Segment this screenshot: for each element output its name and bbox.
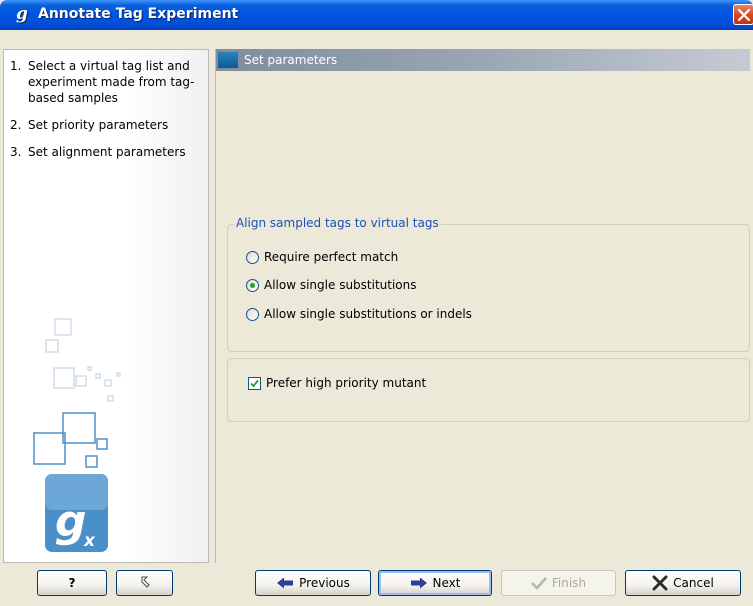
svg-text:g: g — [55, 496, 87, 547]
prefer-high-priority-checkbox[interactable] — [248, 376, 261, 390]
title-bar[interactable]: g Annotate Tag Experiment — [0, 0, 753, 30]
section-header: Set parameters — [216, 49, 750, 71]
prefer-high-priority-checkbox-row[interactable]: Prefer high priority mutant — [248, 375, 426, 391]
radio-button-selected[interactable] — [246, 278, 259, 292]
alignment-options-group: Align sampled tags to virtual tags Requi… — [227, 216, 750, 352]
radio-button[interactable] — [246, 250, 259, 264]
cancel-label: Cancel — [673, 576, 714, 590]
checkmark-icon — [250, 379, 259, 387]
close-x-icon — [738, 9, 750, 21]
radio-label: Require perfect match — [264, 250, 399, 264]
radio-require-perfect-match[interactable]: Require perfect match — [246, 249, 398, 265]
reset-arrow-icon — [141, 576, 150, 588]
finish-label: Finish — [551, 576, 587, 590]
section-title: Set parameters — [244, 53, 338, 67]
radio-allow-substitutions-or-indels[interactable]: Allow single substitutions or indels — [246, 306, 472, 322]
radio-button[interactable] — [246, 307, 259, 321]
dialog-window: g Annotate Tag Experiment 1. Select a vi… — [0, 0, 753, 606]
app-icon: g — [16, 4, 28, 24]
radio-allow-single-substitutions[interactable]: Allow single substitutions — [246, 277, 417, 293]
cancel-x-icon — [652, 575, 668, 591]
help-button[interactable]: ? — [37, 570, 107, 596]
decorative-squares-graphic: g x — [33, 318, 121, 552]
arrow-left-icon — [277, 577, 294, 589]
arrow-right-icon — [410, 577, 427, 589]
svg-text:x: x — [83, 531, 96, 551]
window-title: Annotate Tag Experiment — [38, 6, 239, 22]
finish-button[interactable]: Finish — [501, 570, 616, 596]
previous-button[interactable]: Previous — [255, 570, 371, 596]
next-button[interactable]: Next — [378, 570, 492, 596]
main-panel: Set parameters Align sampled tags to vir… — [215, 49, 750, 563]
next-label: Next — [432, 576, 461, 590]
radio-label: Allow single substitutions — [264, 278, 417, 292]
checkbox-label: Prefer high priority mutant — [266, 376, 427, 390]
gx-logo-tile: g x — [45, 474, 108, 552]
group-legend: Align sampled tags to virtual tags — [234, 216, 441, 230]
section-marker — [218, 52, 238, 68]
close-button[interactable] — [733, 4, 753, 25]
checkmark-icon — [531, 577, 547, 590]
radio-label: Allow single substitutions or indels — [264, 307, 472, 321]
priority-option-group: Prefer high priority mutant — [227, 358, 750, 422]
previous-label: Previous — [299, 576, 350, 590]
reset-button[interactable] — [116, 570, 173, 596]
cancel-button[interactable]: Cancel — [625, 570, 741, 596]
help-label: ? — [68, 576, 76, 590]
wizard-steps-panel: 1. Select a virtual tag list and experim… — [3, 49, 209, 563]
